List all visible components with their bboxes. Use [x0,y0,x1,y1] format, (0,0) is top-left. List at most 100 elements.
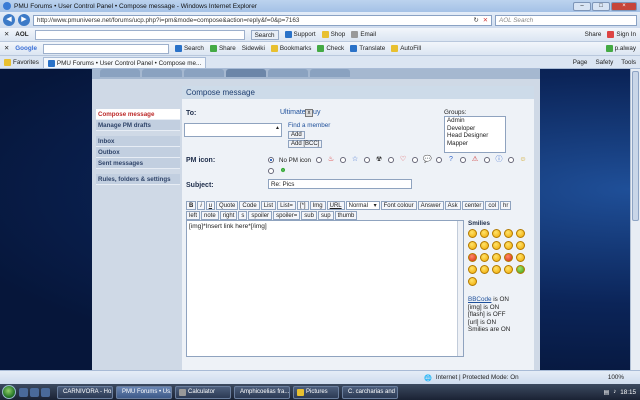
list-button[interactable]: List [260,201,277,210]
smiley-icon[interactable] [516,229,525,238]
tools-menu[interactable]: Tools [621,59,636,66]
pm-icon-radio[interactable] [387,157,394,163]
list-item-button[interactable]: [*] [296,201,309,210]
volume-icon[interactable]: ♪ [613,389,616,395]
code-button[interactable]: Code [239,201,260,210]
ask-button[interactable]: Ask [444,201,461,210]
forward-button[interactable]: ▶ [18,14,30,26]
smiley-icon[interactable] [468,277,477,286]
smiley-icon[interactable] [468,241,477,250]
smiley-icon[interactable] [516,241,525,250]
support-button[interactable]: Support [284,31,316,38]
page-scrollbar[interactable] [630,69,640,370]
zoom-level[interactable]: 100% [608,374,640,381]
smiley-icon[interactable] [504,265,513,274]
hr-button[interactable]: hr [500,201,512,210]
font-size-select[interactable]: Normal ▾ [345,201,380,210]
note-button[interactable]: note [201,211,219,220]
check-button[interactable]: Check [317,45,344,52]
smiley-icon[interactable] [480,241,489,250]
bold-button[interactable]: B [186,201,197,210]
sidebar-item-sent[interactable]: Sent messages [96,158,180,169]
aol-search-button[interactable]: Search [250,29,279,40]
pm-icon-radio[interactable] [483,157,490,163]
smiley-icon[interactable] [468,229,477,238]
close-google-toolbar-icon[interactable]: ✕ [4,45,9,52]
tab-current[interactable]: PMU Forums • User Control Panel • Compos… [42,57,207,68]
aol-search-input[interactable]: AOL Search [495,14,637,26]
smiley-icon[interactable] [504,241,513,250]
pm-icon-radio[interactable] [315,157,322,163]
sign-in-button[interactable]: Sign In [607,31,636,38]
pm-icon-radio[interactable] [268,168,274,174]
sick-smiley-icon[interactable] [516,265,525,274]
smiley-icon[interactable] [480,265,489,274]
sidebar-item-inbox[interactable]: Inbox [96,136,180,147]
add-bcc-button[interactable]: Add [BCC] [288,140,323,148]
quick-launch-icon[interactable] [41,387,50,397]
quote-button[interactable]: Quote [216,201,239,210]
stop-icon[interactable]: ✕ [483,17,488,24]
taskbar-item[interactable]: C. carcharias and ... [342,385,398,399]
aol-logo[interactable]: AOL [15,31,28,38]
clock[interactable]: 18:15 [620,389,636,396]
smiley-icon[interactable] [516,253,525,262]
pm-icon-radio-none[interactable] [268,157,274,163]
pm-icon-radio[interactable] [363,157,370,163]
shop-button[interactable]: Shop [321,31,345,38]
taskbar-item[interactable]: Calculator [175,385,231,399]
translate-button[interactable]: Translate [350,45,385,52]
email-button[interactable]: Email [351,31,376,38]
smiley-icon[interactable] [492,253,501,262]
center-button[interactable]: center [461,201,485,210]
taskbar-item[interactable]: Amphicoelias fra... [234,385,290,399]
img-button[interactable]: Img [309,201,326,210]
taskbar-item[interactable]: PMU Forums • Us... [116,385,172,399]
ordered-list-button[interactable]: List= [277,201,296,210]
user-account[interactable]: p.alway [605,45,636,52]
sidebar-item-drafts[interactable]: Manage PM drafts [96,120,180,131]
minimize-button[interactable]: – [573,1,591,11]
start-button[interactable] [2,385,16,399]
quick-launch-icon[interactable] [19,387,28,397]
quick-launch-icon[interactable] [30,387,39,397]
sup-button[interactable]: sup [317,211,334,220]
autofill-button[interactable]: AutoFill [391,45,421,52]
thumb-button[interactable]: thumb [334,211,358,220]
bookmarks-button[interactable]: Bookmarks [270,45,311,52]
col-button[interactable]: col [485,201,500,210]
maximize-button[interactable]: □ [592,1,610,11]
smiley-icon[interactable] [492,265,501,274]
google-search-button[interactable]: Search [174,45,204,52]
italic-button[interactable]: i [197,201,205,210]
groups-list[interactable]: Admin Developer Head Designer Mapper [444,116,506,153]
find-member-link[interactable]: Find a member [288,122,330,129]
group-option[interactable]: Mapper [447,140,505,148]
pm-icon-radio[interactable] [411,157,418,163]
bbcode-link[interactable]: BBCode [468,296,491,303]
taskbar-item[interactable]: CARNIVORA - Ho... [57,385,113,399]
sub-button[interactable]: sub [301,211,317,220]
subject-input[interactable]: Re: Pics [268,179,412,189]
pm-icon-radio[interactable] [507,157,514,163]
close-button[interactable]: × [611,1,637,11]
spoiler-eq-button[interactable]: spoiler= [273,211,301,220]
underline-button[interactable]: u [205,201,216,210]
smiley-icon[interactable] [492,229,501,238]
tab-profile[interactable] [142,69,182,77]
pm-icon-radio[interactable] [339,157,346,163]
url-button[interactable]: URL [326,201,345,210]
group-option[interactable]: Developer [447,125,505,133]
sidewiki-button[interactable]: Sidewiki [242,45,265,52]
add-button[interactable]: Add [288,131,305,139]
smiley-icon[interactable] [504,229,513,238]
back-button[interactable]: ◀ [3,14,15,26]
font-colour-button[interactable]: Font colour [380,201,417,210]
textarea-scrollbar[interactable] [457,221,463,356]
smiley-icon[interactable] [480,253,489,262]
share-button[interactable]: Share [585,31,602,38]
sidebar-item-rules[interactable]: Rules, folders & settings [96,174,180,185]
safety-menu[interactable]: Safety [595,59,613,66]
mad-smiley-icon[interactable] [504,253,513,262]
tab-overview[interactable] [100,69,140,77]
